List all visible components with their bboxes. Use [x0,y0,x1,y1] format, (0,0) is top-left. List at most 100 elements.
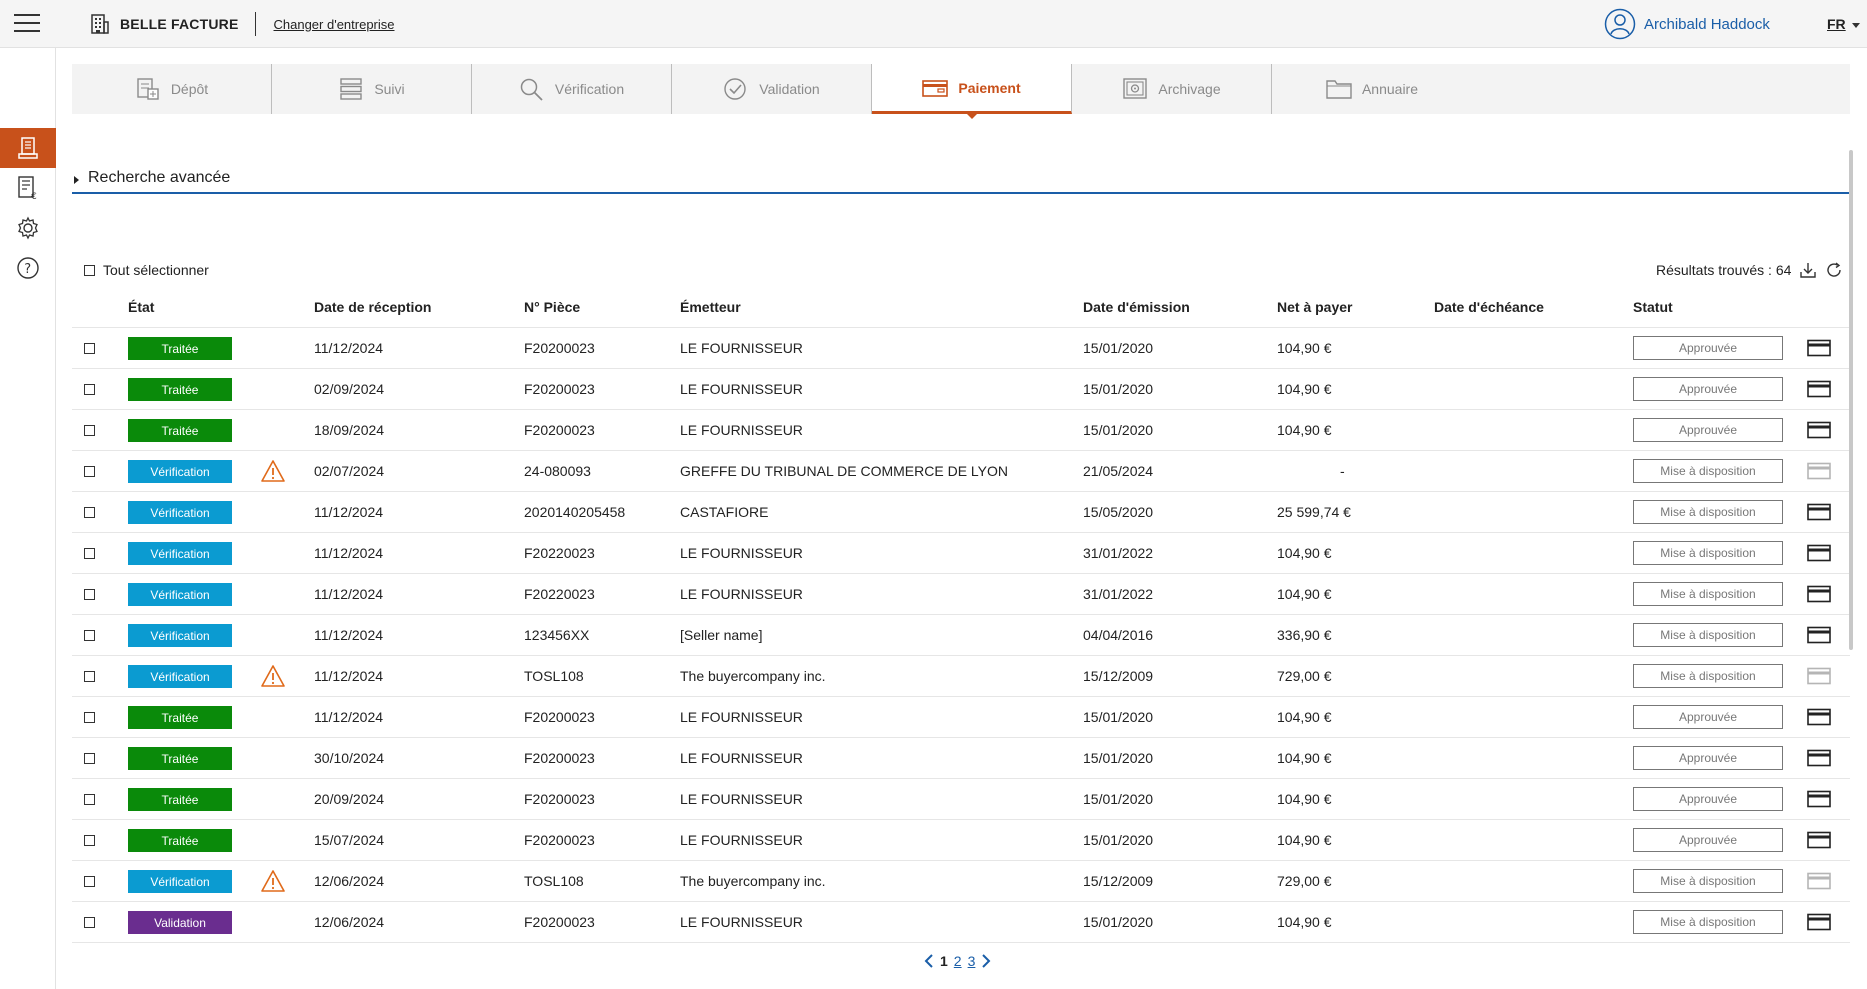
table-row[interactable]: Vérification 12/06/2024 TOSL108 The buye… [72,861,1850,902]
col-statut[interactable]: Statut [1633,299,1673,315]
status-badge: Vérification [128,624,232,647]
statut-label: Approuvée [1633,828,1783,852]
table-row[interactable]: Validation 12/06/2024 F20200023 LE FOURN… [72,902,1850,943]
col-echeance[interactable]: Date d'échéance [1434,299,1544,315]
row-checkbox[interactable] [84,876,95,887]
tab-archivage[interactable]: Archivage [1072,64,1272,114]
payment-card-icon[interactable] [1807,503,1831,521]
cell-net: 104,90 € [1277,340,1332,356]
payment-card-icon[interactable] [1807,421,1831,439]
payment-card-icon[interactable] [1807,790,1831,808]
row-checkbox[interactable] [84,589,95,600]
col-date-emission[interactable]: Date d'émission [1083,299,1190,315]
table-row[interactable]: Traitée 20/09/2024 F20200023 LE FOURNISS… [72,779,1850,820]
payment-card-icon[interactable] [1807,626,1831,644]
table-row[interactable]: Vérification 11/12/2024 F20220023 LE FOU… [72,574,1850,615]
cell-emetteur: LE FOURNISSEUR [680,791,803,807]
cell-date-emission: 15/01/2020 [1083,832,1154,848]
row-checkbox[interactable] [84,835,95,846]
table-row[interactable]: Traitée 30/10/2024 F20200023 LE FOURNISS… [72,738,1850,779]
table-row[interactable]: Vérification 11/12/2024 2020140205458 CA… [72,492,1850,533]
payment-card-icon[interactable] [1807,872,1831,890]
sidebar-item-invoices-euro[interactable]: € [0,168,56,208]
refresh-icon[interactable] [1825,261,1843,279]
tab-paiement[interactable]: Paiement [872,64,1072,119]
status-badge: Vérification [128,870,232,893]
row-checkbox[interactable] [84,507,95,518]
hamburger-menu-icon[interactable] [14,14,40,34]
language-selector[interactable]: FR [1827,16,1860,32]
page-2-link[interactable]: 2 [954,953,962,969]
table-row[interactable]: Vérification 11/12/2024 F20220023 LE FOU… [72,533,1850,574]
chevron-left-icon[interactable] [924,954,934,968]
statut-label: Mise à disposition [1633,582,1783,606]
page-3-link[interactable]: 3 [968,953,976,969]
payment-card-icon[interactable] [1807,544,1831,562]
user-menu[interactable]: Archibald Haddock [1604,8,1770,40]
cell-piece: F20200023 [524,750,595,766]
payment-card-icon[interactable] [1807,339,1831,357]
row-checkbox[interactable] [84,425,95,436]
table-row[interactable]: Traitée 18/09/2024 F20200023 LE FOURNISS… [72,410,1850,451]
table-row[interactable]: Vérification 11/12/2024 TOSL108 The buye… [72,656,1850,697]
chevron-right-icon[interactable] [981,954,991,968]
col-piece[interactable]: N° Pièce [524,299,580,315]
table-row[interactable]: Traitée 02/09/2024 F20200023 LE FOURNISS… [72,369,1850,410]
col-emetteur[interactable]: Émetteur [680,299,741,315]
tab-depot[interactable]: Dépôt [72,64,272,114]
payment-card-icon[interactable] [1807,585,1831,603]
tab-suivi[interactable]: Suivi [272,64,472,114]
table-row[interactable]: Vérification 11/12/2024 123456XX [Seller… [72,615,1850,656]
sidebar-item-settings[interactable] [0,208,56,248]
table-row[interactable]: Traitée 15/07/2024 F20200023 LE FOURNISS… [72,820,1850,861]
tab-validation[interactable]: Validation [672,64,872,114]
cell-piece: F20200023 [524,340,595,356]
row-checkbox[interactable] [84,712,95,723]
table-row[interactable]: Traitée 11/12/2024 F20200023 LE FOURNISS… [72,328,1850,369]
table-row[interactable]: Traitée 11/12/2024 F20200023 LE FOURNISS… [72,697,1850,738]
cell-date-emission: 15/01/2020 [1083,381,1154,397]
row-checkbox[interactable] [84,466,95,477]
tab-annuaire[interactable]: Annuaire [1272,64,1472,114]
sidebar-item-invoices[interactable] [0,128,56,168]
payment-card-icon[interactable] [1807,462,1831,480]
cell-date-emission: 15/01/2020 [1083,422,1154,438]
change-company-link[interactable]: Changer d'entreprise [274,17,395,32]
tab-label: Suivi [374,81,405,97]
search-icon [520,78,543,101]
row-checkbox[interactable] [84,917,95,928]
row-checkbox[interactable] [84,384,95,395]
col-net[interactable]: Net à payer [1277,299,1352,315]
row-checkbox[interactable] [84,548,95,559]
sidebar-item-help[interactable]: ? [0,248,56,288]
statut-label: Mise à disposition [1633,459,1783,483]
row-checkbox[interactable] [84,671,95,682]
row-checkbox[interactable] [84,794,95,805]
col-date-reception[interactable]: Date de réception [314,299,431,315]
cell-date-emission: 15/12/2009 [1083,873,1154,889]
payment-card-icon[interactable] [1807,380,1831,398]
tab-verification[interactable]: Vérification [472,64,672,114]
select-all[interactable]: Tout sélectionner [84,262,209,278]
warning-icon [261,460,285,482]
scrollbar[interactable] [1849,150,1853,650]
col-etat[interactable]: État [128,299,154,315]
statut-label: Approuvée [1633,336,1783,360]
cell-date-reception: 30/10/2024 [314,750,385,766]
payment-card-icon[interactable] [1807,831,1831,849]
payment-card-icon[interactable] [1807,913,1831,931]
download-icon[interactable] [1799,261,1817,279]
payment-card-icon[interactable] [1807,749,1831,767]
tab-label: Validation [759,81,820,97]
status-badge: Vérification [128,542,232,565]
table-row[interactable]: Vérification 02/07/2024 24-080093 GREFFE… [72,451,1850,492]
advanced-search-toggle[interactable]: Recherche avancée [72,168,1850,194]
results-count: Résultats trouvés : 64 [1656,262,1792,278]
row-checkbox[interactable] [84,753,95,764]
row-checkbox[interactable] [84,343,95,354]
brand: BELLE FACTURE Changer d'entreprise [88,10,395,38]
row-checkbox[interactable] [84,630,95,641]
select-all-checkbox[interactable] [84,264,95,276]
payment-card-icon[interactable] [1807,667,1831,685]
payment-card-icon[interactable] [1807,708,1831,726]
